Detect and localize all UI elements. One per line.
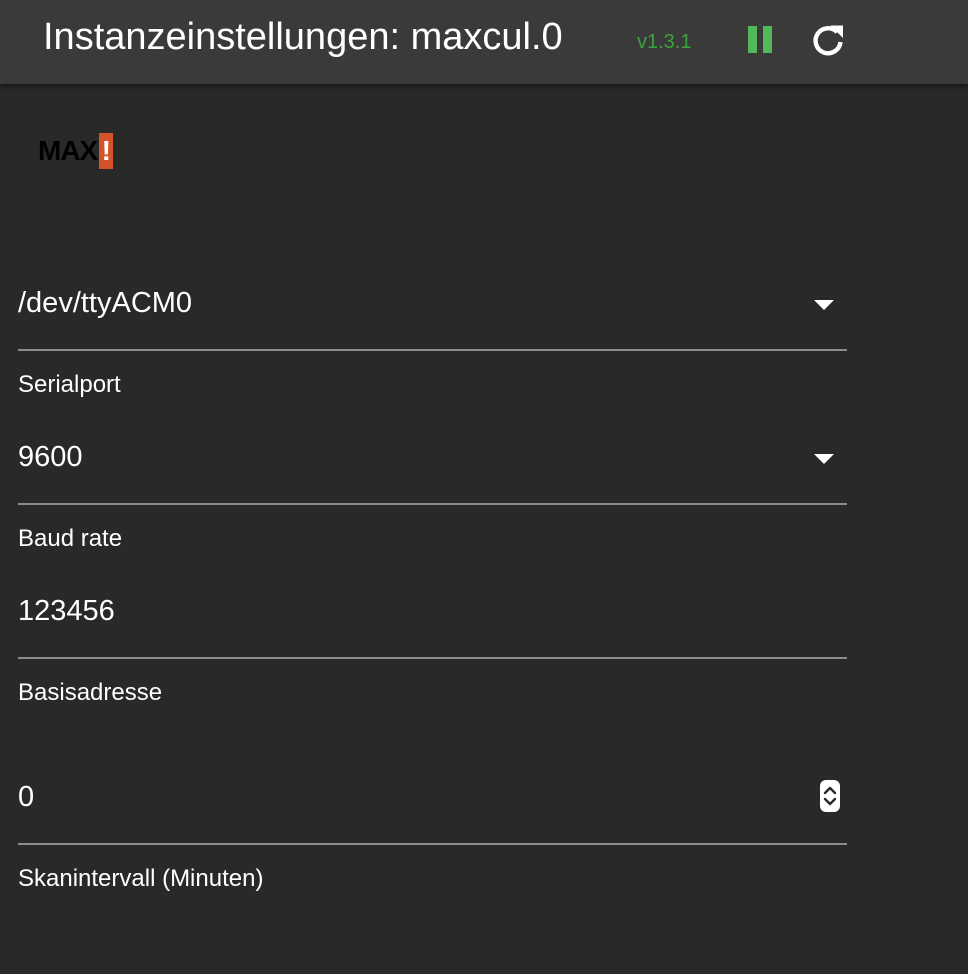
instance-settings-header: Instanzeinstellungen: maxcul.0 v1.3.1 — [0, 0, 968, 84]
baud-rate-select[interactable]: 9600 Baud rate — [18, 438, 847, 558]
scan-interval-field[interactable]: 0 Skanintervall (Minuten) — [18, 778, 847, 898]
scan-interval-underline — [18, 843, 847, 845]
reload-button[interactable] — [808, 20, 848, 60]
serialport-select[interactable]: /dev/ttyACM0 Serialport — [18, 284, 847, 404]
version-label: v1.3.1 — [637, 31, 692, 53]
serialport-value[interactable]: /dev/ttyACM0 — [18, 286, 192, 320]
base-address-underline — [18, 657, 847, 659]
base-address-input[interactable]: 123456 — [18, 594, 115, 628]
scan-interval-input[interactable]: 0 — [18, 780, 34, 814]
chevron-down-icon[interactable] — [814, 300, 834, 310]
logo-exclamation: ! — [99, 133, 114, 169]
adapter-logo: MAX ! — [38, 133, 114, 169]
logo-text: MAX — [38, 135, 98, 166]
base-address-label: Basisadresse — [18, 679, 163, 706]
baud-rate-label: Baud rate — [18, 525, 123, 552]
baud-rate-underline — [18, 503, 847, 505]
baud-rate-value[interactable]: 9600 — [18, 440, 83, 474]
pause-button[interactable] — [742, 20, 778, 56]
serialport-label: Serialport — [18, 371, 121, 398]
base-address-field[interactable]: 123456 Basisadresse — [18, 592, 847, 712]
number-stepper[interactable] — [820, 780, 840, 812]
reload-icon — [813, 25, 843, 56]
scan-interval-label: Skanintervall (Minuten) — [18, 865, 264, 892]
chevron-down-icon[interactable] — [814, 454, 834, 464]
stepper-arrows-icon — [823, 786, 837, 806]
serialport-underline — [18, 349, 847, 351]
page-title: Instanzeinstellungen: maxcul.0 — [43, 16, 563, 58]
